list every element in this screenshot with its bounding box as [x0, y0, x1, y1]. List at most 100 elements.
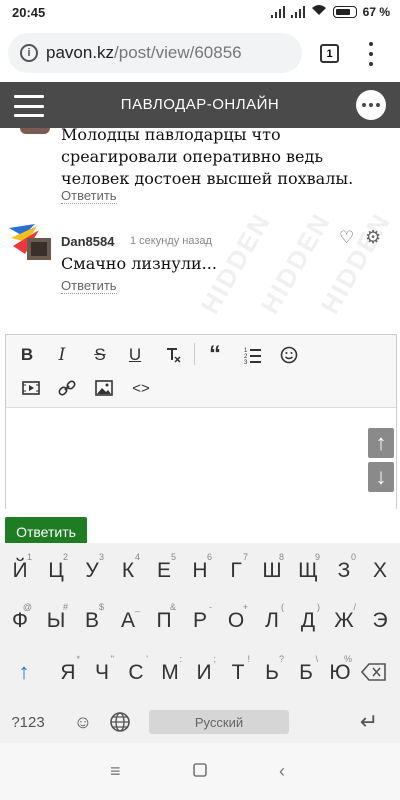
- globe-icon[interactable]: [106, 708, 134, 736]
- info-icon[interactable]: i: [20, 44, 38, 62]
- key-label: Ы: [46, 609, 66, 632]
- key-3[interactable]: В $: [74, 599, 110, 643]
- key-6[interactable]: Р-: [182, 599, 218, 643]
- chat-icon[interactable]: [356, 90, 386, 120]
- key-alt-label: !: [247, 654, 250, 664]
- numbered-list-icon[interactable]: 123: [240, 342, 266, 368]
- key-7[interactable]: Ь?: [254, 651, 290, 695]
- code-icon[interactable]: <>: [128, 375, 154, 401]
- key-label: И: [196, 661, 212, 684]
- back-icon[interactable]: ‹: [279, 761, 285, 782]
- site-title[interactable]: ПАВЛОДАР-ОНЛАЙН: [0, 96, 400, 113]
- key-1[interactable]: Й1: [2, 549, 38, 593]
- key-8[interactable]: Л(: [254, 599, 290, 643]
- key-10[interactable]: З0: [326, 549, 362, 593]
- home-icon[interactable]: [193, 761, 207, 782]
- key-label: Я: [60, 661, 76, 684]
- avatar[interactable]: [20, 128, 50, 134]
- key-9[interactable]: Д): [290, 599, 326, 643]
- comment-line: человек достоен высшей похвалы.: [61, 169, 354, 188]
- key-10[interactable]: Ж /: [326, 599, 362, 643]
- quote-icon[interactable]: “: [202, 341, 228, 368]
- tab-switcher-button[interactable]: 1: [320, 44, 339, 63]
- key-2[interactable]: Ы #: [38, 599, 74, 643]
- reply-link[interactable]: Ответить: [61, 188, 117, 204]
- strikethrough-icon[interactable]: S: [87, 342, 113, 368]
- key-alt-label: #: [62, 602, 68, 612]
- emoji-icon[interactable]: [276, 342, 302, 368]
- key-alt-label: 9: [314, 552, 320, 562]
- emoji-key-icon[interactable]: ☺: [70, 708, 96, 736]
- scroll-down-icon[interactable]: ↓: [368, 462, 394, 492]
- key-alt-label: 6: [206, 552, 212, 562]
- settings-gear-icon[interactable]: ⚙: [365, 227, 381, 248]
- key-5[interactable]: П &: [146, 599, 182, 643]
- comment-textarea[interactable]: ↑ ↓: [6, 407, 396, 509]
- scroll-up-icon[interactable]: ↑: [368, 428, 394, 458]
- enter-icon[interactable]: ↵: [352, 708, 386, 736]
- key-alt-label: *: [76, 654, 80, 664]
- link-icon[interactable]: [54, 375, 80, 401]
- key-5[interactable]: Е5: [146, 549, 182, 593]
- image-icon[interactable]: [91, 375, 117, 401]
- symbols-key[interactable]: ?123: [6, 708, 50, 736]
- key-label: Щ: [298, 559, 318, 582]
- key-alt-label: ?: [278, 654, 284, 664]
- key-8[interactable]: Ш8: [254, 549, 290, 593]
- key-7[interactable]: Г7: [218, 549, 254, 593]
- bold-icon[interactable]: B: [14, 342, 40, 368]
- key-alt-label: ": [110, 654, 114, 664]
- key-1[interactable]: Ф @: [2, 599, 38, 643]
- key-alt-label: $: [98, 602, 104, 612]
- key-label: Р: [192, 609, 207, 632]
- space-bar[interactable]: Русский: [149, 710, 289, 734]
- underline-icon[interactable]: U: [122, 342, 148, 368]
- key-3[interactable]: С ': [118, 651, 154, 695]
- key-alt-label: 0: [350, 552, 356, 562]
- italic-icon[interactable]: I: [49, 342, 75, 368]
- key-alt-label: 5: [170, 552, 176, 562]
- key-6[interactable]: Т!: [220, 651, 256, 695]
- key-alt-label: ': [146, 654, 148, 664]
- key-label: Т: [231, 661, 245, 684]
- signal-icon-2: [290, 5, 305, 18]
- key-11[interactable]: Э: [362, 599, 398, 643]
- shift-arrow-icon[interactable]: ↑: [8, 650, 40, 694]
- key-2[interactable]: Ц2: [38, 549, 74, 593]
- key-label: С: [128, 661, 144, 684]
- key-1[interactable]: Я *: [50, 651, 86, 695]
- key-8[interactable]: Б \: [288, 651, 324, 695]
- key-alt-label: +: [242, 602, 248, 612]
- key-label: Ц: [48, 559, 64, 582]
- reply-link[interactable]: Ответить: [61, 278, 117, 294]
- key-5[interactable]: И;: [186, 651, 222, 695]
- key-11[interactable]: Х: [362, 549, 398, 593]
- key-2[interactable]: Ч ": [84, 651, 120, 695]
- menu-icon[interactable]: ≡: [110, 761, 121, 782]
- key-9[interactable]: Ю%: [322, 651, 358, 695]
- key-7[interactable]: О +: [218, 599, 254, 643]
- address-bar[interactable]: i pavon.kz/post/view/60856: [8, 33, 302, 73]
- like-heart-icon[interactable]: ♡: [339, 228, 354, 248]
- comment-timestamp: 1 секунду назад: [130, 235, 212, 247]
- video-icon[interactable]: [18, 375, 44, 401]
- comment-author[interactable]: Dan8584: [61, 234, 114, 249]
- key-label: М: [161, 661, 179, 684]
- key-label: Ч: [95, 661, 109, 684]
- key-9[interactable]: Щ9: [290, 549, 326, 593]
- key-label: Й: [12, 559, 28, 582]
- clear-format-icon[interactable]: [160, 342, 186, 368]
- key-label: Н: [192, 559, 208, 582]
- key-4[interactable]: А _: [110, 599, 146, 643]
- key-4[interactable]: М:: [152, 651, 188, 695]
- avatar[interactable]: [9, 220, 53, 262]
- key-label: Л: [265, 609, 279, 632]
- key-4[interactable]: К4: [110, 549, 146, 593]
- key-6[interactable]: Н6: [182, 549, 218, 593]
- comment-line: среагировали оперативно ведь: [61, 147, 324, 166]
- backspace-icon[interactable]: [356, 658, 392, 686]
- more-menu-icon[interactable]: [368, 42, 374, 66]
- key-3[interactable]: У3: [74, 549, 110, 593]
- key-label: О: [227, 609, 245, 632]
- key-alt-label: 4: [134, 552, 140, 562]
